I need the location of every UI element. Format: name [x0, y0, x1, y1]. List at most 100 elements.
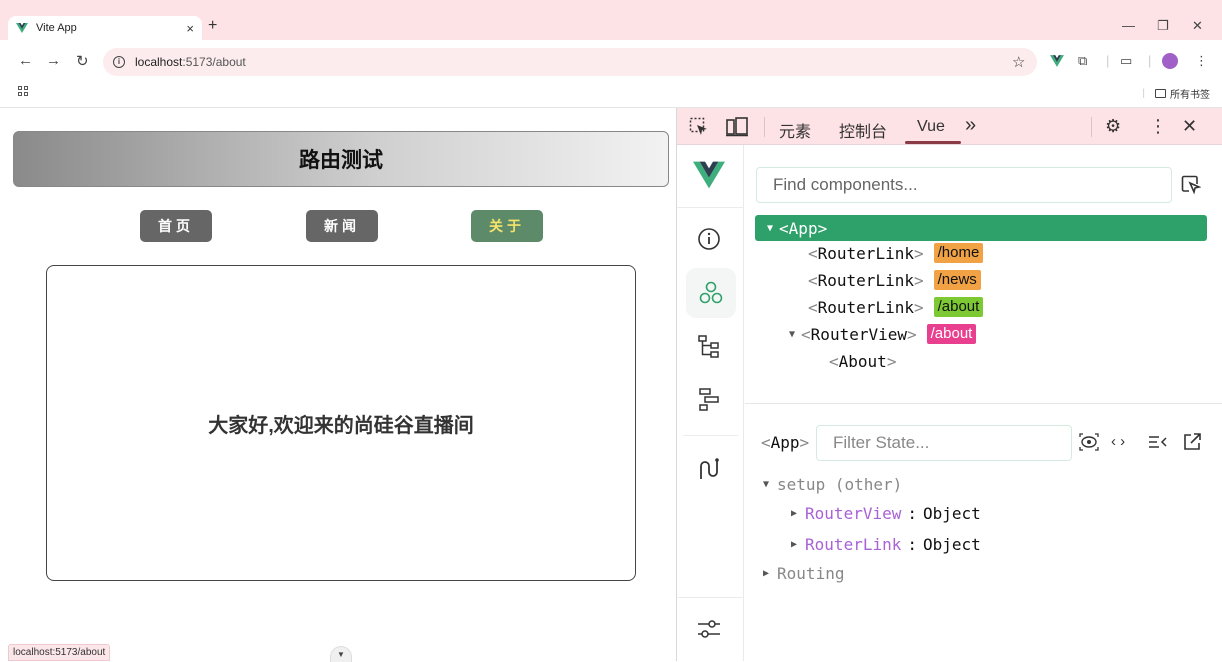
tab-elements[interactable]: 元素	[779, 118, 811, 142]
expand-caret-icon[interactable]: ▼	[763, 479, 769, 490]
about-message: 大家好,欢迎来的尚硅谷直播间	[208, 414, 474, 437]
settings-gear-icon[interactable]: ⚙	[1105, 116, 1121, 137]
status-url: localhost:5173/about	[8, 644, 111, 661]
page-banner: 路由测试	[13, 131, 669, 187]
filter-state-input[interactable]: Filter State...	[816, 425, 1072, 461]
state-key: RouterLink	[805, 535, 902, 554]
devtools-menu-icon[interactable]: ⋮	[1149, 116, 1167, 137]
forward-icon[interactable]: →	[46, 52, 61, 69]
selected-component-name: App	[770, 433, 800, 452]
router-icon[interactable]	[695, 455, 723, 483]
inspect-source-icon[interactable]: ‹ ›	[1111, 433, 1125, 450]
state-item[interactable]: ▶ RouterView : Object	[791, 504, 981, 523]
show-render-code-icon[interactable]	[1148, 434, 1168, 450]
url-path: :5173/about	[182, 55, 246, 69]
component-search-placeholder: Find components...	[773, 175, 918, 194]
toolbar-divider: |	[1148, 53, 1152, 68]
route-tag: /news	[933, 270, 981, 290]
panel-splitter[interactable]	[745, 403, 1222, 404]
nav-about-link[interactable]: 关于	[471, 210, 543, 242]
address-bar[interactable]: i localhost :5173/about	[103, 48, 1037, 76]
info-icon[interactable]: i	[113, 56, 125, 68]
tree-node-about[interactable]: < About >	[829, 348, 896, 374]
sidebar-divider	[677, 597, 744, 598]
vue-devtools-sidebar	[677, 145, 744, 661]
expand-caret-icon[interactable]: ▶	[763, 568, 769, 579]
tab-vue[interactable]: Vue	[917, 118, 945, 136]
toolbar-divider: |	[1142, 88, 1145, 99]
cast-icon[interactable]: ▭	[1120, 53, 1132, 69]
extensions-icon[interactable]: ⧉	[1078, 53, 1087, 69]
bookmark-star-icon[interactable]: ☆	[1012, 53, 1025, 71]
browser-tab[interactable]: Vite App ×	[8, 16, 202, 40]
state-item[interactable]: ▶ RouterLink : Object	[791, 535, 981, 554]
select-component-icon[interactable]	[1181, 175, 1201, 195]
folder-icon	[1155, 89, 1166, 98]
state-value: Object	[923, 535, 981, 554]
menu-icon[interactable]: ⋮	[1195, 53, 1208, 69]
state-section-setup[interactable]: ▼ setup (other)	[763, 475, 902, 494]
scroll-to-component-icon[interactable]	[1079, 433, 1099, 451]
component-search-input[interactable]: Find components...	[756, 167, 1172, 203]
all-bookmarks-label: 所有书签	[1170, 90, 1210, 101]
nav-news-link[interactable]: 新闻	[306, 210, 378, 242]
profile-avatar[interactable]	[1162, 53, 1178, 69]
inspect-element-icon[interactable]	[689, 117, 709, 137]
active-tab-indicator	[905, 141, 961, 144]
tree-node-name: App	[788, 218, 818, 238]
more-tabs-icon[interactable]: »	[965, 114, 976, 137]
tree-node-name: RouterLink	[817, 243, 914, 263]
tab-console[interactable]: 控制台	[839, 118, 887, 142]
tab-strip: Vite App × + — ❐ ✕	[0, 0, 1222, 40]
sidebar-divider	[683, 435, 738, 436]
tab-title: Vite App	[36, 22, 77, 34]
vue-devtools-extension-icon[interactable]	[1050, 55, 1064, 67]
scroll-down-icon[interactable]: ▼	[330, 646, 352, 662]
devtools-panel: 元素 控制台 Vue » ⚙ ⋮ ✕ Find components... ▼ …	[676, 108, 1222, 661]
url-host: localhost	[135, 55, 183, 69]
components-icon[interactable]	[686, 268, 736, 318]
tree-node-routerlink[interactable]: < RouterLink > /home	[808, 240, 984, 266]
tree-node-app[interactable]: ▼ < App >	[755, 215, 1207, 241]
state-section-routing[interactable]: ▶ Routing	[763, 564, 844, 583]
close-tab-icon[interactable]: ×	[186, 21, 194, 36]
minimize-icon[interactable]: —	[1122, 18, 1135, 33]
bookmarks-bar	[0, 80, 1222, 108]
nav-home-link[interactable]: 首页	[140, 210, 212, 242]
overview-info-icon[interactable]	[695, 225, 723, 253]
route-content: 大家好,欢迎来的尚硅谷直播间	[46, 265, 636, 581]
filter-state-placeholder: Filter State...	[833, 433, 930, 452]
restore-icon[interactable]: ❐	[1157, 18, 1169, 34]
toolbar-divider: |	[1106, 53, 1110, 68]
reload-icon[interactable]: ↻	[76, 52, 89, 70]
vue-logo-icon	[693, 161, 725, 189]
toolbar-divider	[1091, 117, 1092, 137]
route-tag: /home	[933, 243, 984, 263]
collapse-caret-icon[interactable]: ▼	[789, 329, 795, 340]
selected-component-label: <App>	[761, 433, 810, 452]
device-toolbar-icon[interactable]	[726, 117, 748, 137]
component-tree-icon[interactable]	[695, 333, 723, 361]
tree-node-routerlink[interactable]: < RouterLink > /news	[808, 267, 981, 293]
back-icon[interactable]: ←	[18, 52, 33, 69]
tree-node-routerview[interactable]: ▼ < RouterView > /about	[789, 321, 977, 347]
all-bookmarks-button[interactable]: | 所有书签	[1142, 86, 1210, 101]
timeline-icon[interactable]	[695, 385, 723, 413]
expand-caret-icon[interactable]: ▶	[791, 508, 797, 519]
vue-logo-icon	[16, 23, 28, 33]
collapse-caret-icon[interactable]: ▼	[767, 223, 773, 234]
window-close-icon[interactable]: ✕	[1192, 18, 1203, 34]
route-tag: /about	[933, 297, 984, 317]
devtools-close-icon[interactable]: ✕	[1182, 116, 1197, 137]
tree-node-name: About	[838, 351, 887, 371]
sidebar-divider	[677, 207, 744, 208]
settings-sliders-icon[interactable]	[695, 615, 723, 643]
page-viewport: 路由测试 首页 新闻 关于 大家好,欢迎来的尚硅谷直播间 localhost:5…	[0, 108, 676, 662]
tree-node-name: RouterLink	[817, 297, 914, 317]
open-in-editor-icon[interactable]	[1182, 432, 1202, 452]
tree-node-name: RouterView	[810, 324, 907, 344]
tree-node-routerlink[interactable]: < RouterLink > /about	[808, 294, 984, 320]
new-tab-button[interactable]: +	[208, 17, 217, 35]
apps-icon[interactable]	[18, 86, 30, 98]
expand-caret-icon[interactable]: ▶	[791, 539, 797, 550]
